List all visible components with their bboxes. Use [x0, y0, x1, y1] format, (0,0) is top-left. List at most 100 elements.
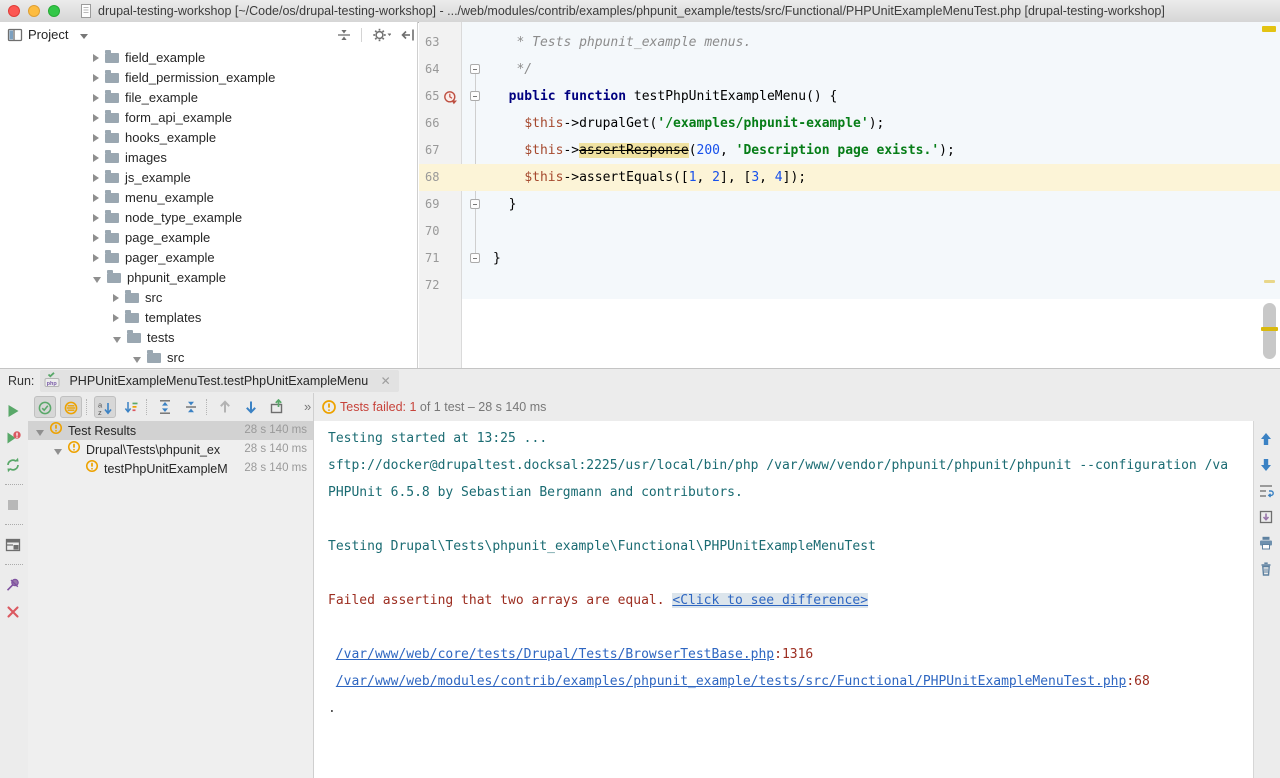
chevron-right-icon[interactable] [113, 314, 119, 322]
print-icon[interactable] [1258, 535, 1276, 553]
scroll-to-end-icon[interactable] [1258, 509, 1276, 527]
pin-tab-icon[interactable] [5, 577, 23, 595]
close-icon[interactable] [5, 604, 23, 622]
console-toolbar [1253, 421, 1280, 778]
chevron-right-icon[interactable] [93, 94, 99, 102]
run-tab[interactable]: php PHPUnitExampleMenuTest.testPhpUnitEx… [40, 370, 399, 392]
chevron-down-icon[interactable] [113, 337, 121, 343]
chevron-right-icon[interactable] [93, 194, 99, 202]
rerun-tests-icon[interactable] [5, 403, 23, 421]
editor-line-70[interactable]: 70 [419, 218, 1280, 245]
editor-line-67[interactable]: 67 $this->assertResponse(200, 'Descripti… [419, 137, 1280, 164]
project-tree-item-phpunit_example[interactable]: phpunit_example [0, 268, 417, 288]
chevron-right-icon[interactable] [93, 134, 99, 142]
clear-all-icon[interactable] [1258, 561, 1276, 579]
editor-line-66[interactable]: 66 $this->drupalGet('/examples/phpunit-e… [419, 110, 1280, 137]
fold-marker-icon[interactable] [470, 253, 480, 263]
editor-scrollbar-thumb[interactable] [1263, 303, 1276, 359]
chevron-down-icon[interactable] [93, 277, 101, 283]
console-text: Testing Drupal\Tests\phpunit_example\Fun… [328, 539, 876, 554]
import-test-results-icon[interactable] [266, 396, 288, 418]
expand-collapse-icon[interactable] [336, 27, 352, 48]
editor-line-69[interactable]: 69 } [419, 191, 1280, 218]
close-window-button[interactable] [8, 5, 20, 17]
fold-marker-icon[interactable] [470, 199, 480, 209]
project-tree-item-tests[interactable]: tests [0, 328, 417, 348]
chevron-right-icon[interactable] [93, 74, 99, 82]
chevrons-icon[interactable]: » [304, 393, 311, 421]
restore-layout-icon[interactable] [5, 537, 23, 555]
chevron-right-icon[interactable] [93, 114, 99, 122]
next-failed-test-icon[interactable] [240, 396, 262, 418]
toggle-auto-test-icon[interactable] [5, 457, 23, 475]
expand-all-icon[interactable] [154, 396, 176, 418]
collapse-all-icon[interactable] [180, 396, 202, 418]
fold-marker-icon[interactable] [470, 91, 480, 101]
project-tree-item-templates[interactable]: templates [0, 308, 417, 328]
project-tree-item-pager_example[interactable]: pager_example [0, 248, 417, 268]
previous-failed-test-icon[interactable] [214, 396, 236, 418]
rerun-failed-tests-icon[interactable] [5, 430, 23, 448]
editor-line-71[interactable]: 71} [419, 245, 1280, 272]
editor-line-64[interactable]: 64 */ [419, 56, 1280, 83]
chevron-right-icon[interactable] [93, 154, 99, 162]
folder-icon [105, 193, 119, 203]
stop-icon[interactable] [5, 497, 23, 515]
console-link[interactable]: /var/www/web/modules/contrib/examples/ph… [336, 674, 1127, 689]
chevron-down-icon[interactable] [36, 430, 44, 436]
error-stripe-mark[interactable] [1261, 327, 1278, 331]
test-tree-item[interactable]: Drupal\Tests\phpunit_ex28 s 140 ms [28, 440, 313, 459]
project-tree-item-src[interactable]: src [0, 348, 417, 368]
project-tree-item-src[interactable]: src [0, 288, 417, 308]
chevron-right-icon[interactable] [93, 214, 99, 222]
error-stripe-mark[interactable] [1264, 280, 1275, 283]
project-tree-item-images[interactable]: images [0, 148, 417, 168]
soft-wrap-icon[interactable] [1258, 483, 1276, 501]
chevron-down-icon[interactable] [80, 34, 88, 39]
project-tree-item-hooks_example[interactable]: hooks_example [0, 128, 417, 148]
chevron-down-icon[interactable] [133, 357, 141, 363]
settings-gear-icon[interactable] [370, 27, 391, 48]
project-tree-item-form_api_example[interactable]: form_api_example [0, 108, 417, 128]
chevron-right-icon[interactable] [93, 254, 99, 262]
up-stacktrace-icon[interactable] [1258, 431, 1276, 449]
chevron-right-icon[interactable] [113, 294, 119, 302]
error-stripe-mark[interactable] [1262, 26, 1276, 32]
test-console[interactable]: Testing started at 13:25 ...sftp://docke… [314, 421, 1253, 778]
svg-text:php: php [47, 381, 58, 387]
test-duration: 28 s 140 ms [244, 421, 307, 440]
zoom-window-button[interactable] [48, 5, 60, 17]
console-text: :1316 [774, 647, 813, 662]
test-tree-item[interactable]: Test Results28 s 140 ms [28, 421, 313, 440]
sort-alphabetically-icon[interactable]: az [94, 396, 116, 418]
chevron-down-icon[interactable] [54, 449, 62, 455]
show-passed-icon[interactable] [34, 396, 56, 418]
project-view-selector[interactable]: Project [28, 22, 68, 48]
chevron-right-icon[interactable] [93, 54, 99, 62]
fold-marker-icon[interactable] [470, 64, 480, 74]
chevron-right-icon[interactable] [93, 174, 99, 182]
php-file-icon: php [44, 372, 60, 395]
hide-panel-icon[interactable] [400, 27, 416, 48]
down-stacktrace-icon[interactable] [1258, 457, 1276, 475]
editor-line-68[interactable]: 68 $this->assertEquals([1, 2], [3, 4]); [419, 164, 1280, 191]
console-link[interactable]: <Click to see difference> [672, 593, 868, 608]
project-tree-item-file_example[interactable]: file_example [0, 88, 417, 108]
test-tree-item[interactable]: testPhpUnitExampleM28 s 140 ms [28, 459, 313, 478]
project-tree-item-page_example[interactable]: page_example [0, 228, 417, 248]
project-tree-item-node_type_example[interactable]: node_type_example [0, 208, 417, 228]
code-editor[interactable]: 63 * Tests phpunit_example menus.64 */65… [419, 22, 1280, 368]
project-tree-item-field_permission_example[interactable]: field_permission_example [0, 68, 417, 88]
editor-line-72[interactable]: 72 [419, 272, 1280, 299]
project-tree-item-js_example[interactable]: js_example [0, 168, 417, 188]
console-link[interactable]: /var/www/web/core/tests/Drupal/Tests/Bro… [336, 647, 774, 662]
minimize-window-button[interactable] [28, 5, 40, 17]
project-tree-item-field_example[interactable]: field_example [0, 48, 417, 68]
editor-line-65[interactable]: 65 public function testPhpUnitExampleMen… [419, 83, 1280, 110]
project-tree-item-menu_example[interactable]: menu_example [0, 188, 417, 208]
chevron-right-icon[interactable] [93, 234, 99, 242]
show-ignored-icon[interactable] [60, 396, 82, 418]
sort-by-duration-icon[interactable] [120, 396, 142, 418]
editor-line-63[interactable]: 63 * Tests phpunit_example menus. [419, 29, 1280, 56]
close-tab-icon[interactable]: ✕ [381, 374, 391, 388]
